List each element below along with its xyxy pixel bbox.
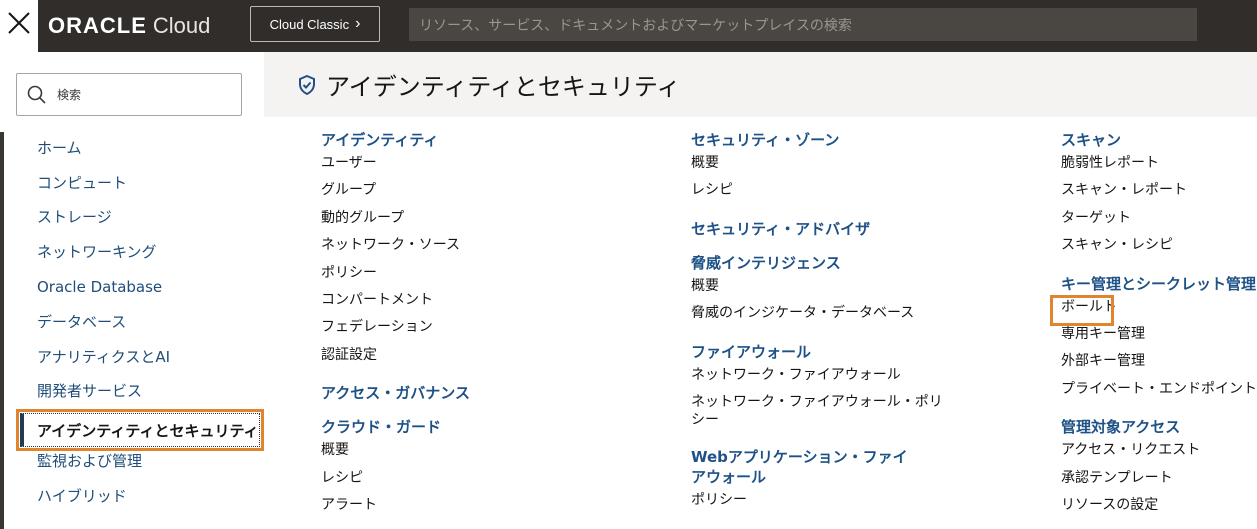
link-targets[interactable]: ターゲット xyxy=(1061,205,1257,232)
page-header: アイデンティティとセキュリティ xyxy=(264,52,1257,117)
link-network-firewall[interactable]: ネットワーク・ファイアウォール xyxy=(691,362,971,389)
section-heading-threat-intelligence[interactable]: 脅威インテリジェンス xyxy=(691,253,971,273)
close-menu-button[interactable] xyxy=(0,0,38,52)
link-access-requests[interactable]: アクセス・リクエスト xyxy=(1061,437,1257,464)
link-dynamic-groups[interactable]: 動的グループ xyxy=(321,205,621,232)
logo-brand: ORACLE xyxy=(48,13,147,38)
section-heading-identity[interactable]: アイデンティティ xyxy=(321,130,621,150)
link-users[interactable]: ユーザー xyxy=(321,150,621,177)
sidebar-item-identity-security[interactable]: アイデンティティとセキュリティ xyxy=(0,408,264,452)
link-threat-overview[interactable]: 概要 xyxy=(691,273,971,300)
logo-product: Cloud xyxy=(152,13,211,38)
section-heading-access-governance[interactable]: アクセス・ガバナンス xyxy=(321,383,621,403)
link-approval-templates[interactable]: 承認テンプレート xyxy=(1061,465,1257,492)
navigation-sidebar: 検索 ホーム コンピュート ストレージ ネットワーキング Oracle Data… xyxy=(0,52,264,529)
link-vulnerability-reports[interactable]: 脆弱性レポート xyxy=(1061,150,1257,177)
sidebar-menu: ホーム コンピュート ストレージ ネットワーキング Oracle Databas… xyxy=(0,130,264,513)
sidebar-item-developer-services[interactable]: 開発者サービス xyxy=(0,374,264,409)
menu-column-1: アイデンティティ ユーザー グループ 動的グループ ネットワーク・ソース ポリシ… xyxy=(321,130,621,519)
shield-check-icon xyxy=(299,74,315,95)
sidebar-item-oracle-database[interactable]: Oracle Database xyxy=(0,269,264,304)
link-private-endpoints[interactable]: プライベート・エンドポイント xyxy=(1061,376,1257,403)
sidebar-search-placeholder: 検索 xyxy=(57,88,82,102)
section-heading-cloud-guard[interactable]: クラウド・ガード xyxy=(321,417,621,437)
search-icon xyxy=(27,85,46,104)
cloud-classic-label: Cloud Classic xyxy=(269,16,350,32)
link-external-key-management[interactable]: 外部キー管理 xyxy=(1061,348,1257,375)
section-heading-key-secret-management[interactable]: キー管理とシークレット管理 xyxy=(1061,274,1257,294)
link-security-zones-overview[interactable]: 概要 xyxy=(691,150,971,177)
link-network-sources[interactable]: ネットワーク・ソース xyxy=(321,232,621,259)
menu-column-2: セキュリティ・ゾーン 概要 レシピ セキュリティ・アドバイザ 脅威インテリジェン… xyxy=(691,130,971,514)
sidebar-item-compute[interactable]: コンピュート xyxy=(0,165,264,200)
page-title: アイデンティティとセキュリティ xyxy=(326,73,681,101)
link-security-zones-recipes[interactable]: レシピ xyxy=(691,177,971,204)
chevron-right-icon: › xyxy=(355,15,361,32)
link-threat-indicator-database[interactable]: 脅威のインジケータ・データベース xyxy=(691,300,971,327)
section-heading-security-zones[interactable]: セキュリティ・ゾーン xyxy=(691,130,971,150)
link-authentication-settings[interactable]: 認証設定 xyxy=(321,342,621,369)
link-scan-recipes[interactable]: スキャン・レシピ xyxy=(1061,232,1257,259)
sidebar-item-storage[interactable]: ストレージ xyxy=(0,200,264,235)
sidebar-item-hybrid[interactable]: ハイブリッド xyxy=(0,478,264,513)
sidebar-item-analytics-ai[interactable]: アナリティクスとAI xyxy=(0,339,264,374)
link-scan-reports[interactable]: スキャン・レポート xyxy=(1061,177,1257,204)
section-heading-waf[interactable]: Webアプリケーション・ファイアウォール xyxy=(691,447,916,487)
link-waf-policies[interactable]: ポリシー xyxy=(691,487,971,514)
cloud-classic-button[interactable]: Cloud Classic › xyxy=(250,6,380,42)
link-compartments[interactable]: コンパートメント xyxy=(321,287,621,314)
global-search-placeholder: リソース、サービス、ドキュメントおよびマーケットプレイスの検索 xyxy=(419,17,852,34)
sidebar-item-active: アイデンティティとセキュリティ xyxy=(20,413,260,448)
sidebar-item-home[interactable]: ホーム xyxy=(0,130,264,165)
link-groups[interactable]: グループ xyxy=(321,177,621,204)
sidebar-item-database[interactable]: データベース xyxy=(0,304,264,339)
section-heading-managed-access[interactable]: 管理対象アクセス xyxy=(1061,417,1257,437)
link-network-firewall-policy[interactable]: ネットワーク・ファイアウォール・ポリシー xyxy=(691,389,953,433)
section-heading-security-advisor[interactable]: セキュリティ・アドバイザ xyxy=(691,219,971,239)
top-bar: ORACLE Cloud Cloud Classic › リソース、サービス、ド… xyxy=(0,0,1257,52)
vault-highlight-box xyxy=(1050,295,1114,326)
link-federation[interactable]: フェデレーション xyxy=(321,314,621,341)
link-cloud-guard-overview[interactable]: 概要 xyxy=(321,437,621,464)
link-resource-settings[interactable]: リソースの設定 xyxy=(1061,492,1257,519)
close-icon xyxy=(8,12,30,34)
link-policies[interactable]: ポリシー xyxy=(321,260,621,287)
section-heading-firewall[interactable]: ファイアウォール xyxy=(691,342,971,362)
oracle-cloud-logo[interactable]: ORACLE Cloud xyxy=(48,13,210,39)
section-heading-scanning[interactable]: スキャン xyxy=(1061,130,1257,150)
global-search-input[interactable]: リソース、サービス、ドキュメントおよびマーケットプレイスの検索 xyxy=(409,8,1197,41)
sidebar-search-input[interactable]: 検索 xyxy=(16,73,242,116)
sidebar-item-networking[interactable]: ネットワーキング xyxy=(0,234,264,269)
link-cloud-guard-recipes[interactable]: レシピ xyxy=(321,465,621,492)
link-cloud-guard-alerts[interactable]: アラート xyxy=(321,492,621,519)
